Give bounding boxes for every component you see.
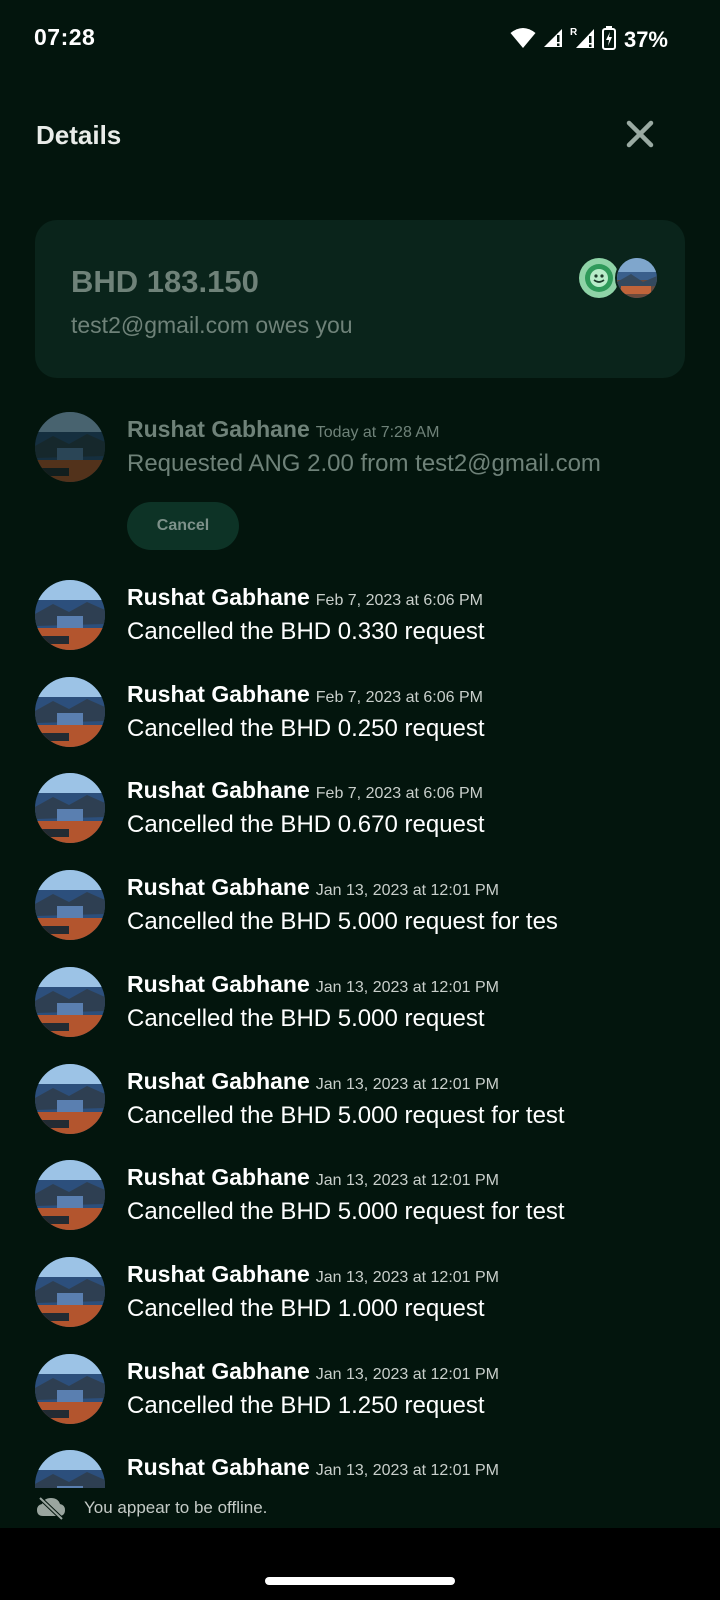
activity-header: Rushat Gabhane Jan 13, 2023 at 12:01 PM [127,1068,499,1095]
cloud-offline-icon [36,1496,66,1525]
status-bar: 07:28 R 37% [0,0,720,80]
timestamp: Feb 7, 2023 at 6:06 PM [315,785,483,803]
timestamp: Jan 13, 2023 at 12:01 PM [315,1075,500,1093]
user-name: Rushat Gabhane [127,1454,310,1481]
participant-avatars [577,256,669,300]
balance-card: BHD 183.150 test2@gmail.com owes you [35,220,685,378]
signal-roaming-icon: R [570,26,596,55]
avatar [35,870,105,941]
avatar [35,412,105,482]
activity-description: Requested ANG 2.00 from test2@gmail.com [127,450,601,477]
avatar [35,676,105,747]
avatar [35,773,105,844]
timestamp: Today at 7:28 AM [315,424,440,441]
battery-percent: 37% [623,27,668,52]
avatar [35,1353,105,1424]
activity-header: Rushat Gabhane Jan 13, 2023 at 12:01 PM [127,874,499,901]
activity-header: Rushat Gabhane Jan 13, 2023 at 12:01 PM [127,1454,499,1481]
user-name: Rushat Gabhane [127,584,310,610]
user-name: Rushat Gabhane [127,970,310,997]
avatar [35,966,105,1037]
activity-item: Rushat Gabhane Feb 7, 2023 at 6:06 PM Canc… [0,676,720,767]
timestamp: Jan 13, 2023 at 12:01 PM [315,978,500,996]
activity-description: Cancelled the BHD 5.000 request for tes [127,908,558,936]
activity-header: Rushat Gabhane Jan 13, 2023 at 12:01 PM [127,1164,499,1191]
gesture-handle[interactable] [265,1577,455,1585]
activity-item: Rushat Gabhane Jan 13, 2023 at 12:01 PM Ca… [0,966,720,1057]
wifi-icon [510,27,536,54]
cancel-request-button[interactable]: Cancel [127,502,239,550]
activity-description: Cancelled the BHD 1.000 request [127,1294,485,1322]
activity-header: Rushat Gabhane Feb 7, 2023 at 6:06 PM [127,777,483,804]
user-name: Rushat Gabhane [127,680,310,707]
timestamp: Feb 7, 2023 at 6:06 PM [315,592,483,609]
balance-amount: BHD 183.150 [71,264,259,299]
navigation-bar [0,1528,720,1600]
activity-header: Rushat Gabhane Feb 7, 2023 at 6:06 PM [127,681,483,708]
activity-header: Rushat Gabhane Jan 13, 2023 at 12:01 PM [127,1261,499,1288]
avatar [35,1256,105,1327]
activity-header: Rushat Gabhane Jan 13, 2023 at 12:01 PM [127,971,499,998]
activity-item: Rushat Gabhane Jan 13, 2023 at 12:01 PM Ca… [0,1160,720,1250]
activity-description: Cancelled the BHD 0.330 request [127,618,485,645]
activity-description: Cancelled the BHD 5.000 request for test [127,1198,565,1226]
activity-description: Cancelled the BHD 5.000 request [127,1004,485,1032]
user-name: Rushat Gabhane [127,874,310,901]
svg-text:R: R [570,27,578,38]
close-icon [626,120,654,148]
avatar [615,256,659,300]
avatar [35,1160,105,1231]
close-button[interactable] [620,114,660,154]
user-name: Rushat Gabhane [127,1357,310,1384]
activity-item: Rushat Gabhane Feb 7, 2023 at 6:06 PM Canc… [0,580,720,670]
activity-description: Cancelled the BHD 0.670 request [127,811,485,839]
activity-item-pending: Rushat Gabhane Today at 7:28 AM Requested … [0,412,720,550]
timestamp: Feb 7, 2023 at 6:06 PM [315,688,483,706]
activity-item: Rushat Gabhane Jan 13, 2023 at 12:01 PM Ca… [0,1353,720,1444]
avatar [35,580,105,650]
page-title: Details [36,120,122,150]
activity-header: Rushat Gabhane Feb 7, 2023 at 6:06 PM [127,584,483,611]
balance-description: test2@gmail.com owes you [71,312,353,338]
activity-header: Rushat Gabhane Jan 13, 2023 at 12:01 PM [127,1358,499,1385]
offline-message: You appear to be offline. [84,1498,268,1517]
timestamp: Jan 13, 2023 at 12:01 PM [315,1462,500,1480]
activity-item: Rushat Gabhane Jan 13, 2023 at 12:01 PM Ca… [0,1256,720,1347]
activity-item: Rushat Gabhane Feb 7, 2023 at 6:06 PM Canc… [0,773,720,863]
avatar [35,1063,105,1134]
signal-icon [542,27,564,54]
timestamp: Jan 13, 2023 at 12:01 PM [315,1268,500,1286]
activity-description: Cancelled the BHD 5.000 request for test [127,1101,565,1129]
activity-description: Cancelled the BHD 1.250 request [127,1391,485,1419]
status-time: 07:28 [34,24,96,50]
user-name: Rushat Gabhane [127,1260,310,1287]
user-name: Rushat Gabhane [127,1067,310,1094]
user-name: Rushat Gabhane [127,416,310,442]
activity-description: Cancelled the BHD 0.250 request [127,714,485,742]
battery-icon [601,25,616,55]
activity-item: Rushat Gabhane Jan 13, 2023 at 12:01 PM Ca… [0,870,720,960]
offline-banner: You appear to be offline. [0,1488,720,1528]
user-name: Rushat Gabhane [127,777,310,804]
activity-item: Rushat Gabhane Jan 13, 2023 at 12:01 PM Ca… [0,1063,720,1154]
user-name: Rushat Gabhane [127,1164,310,1191]
status-icons: R 37% [510,24,668,56]
timestamp: Jan 13, 2023 at 12:01 PM [315,1365,500,1383]
timestamp: Jan 13, 2023 at 12:01 PM [315,882,500,900]
timestamp: Jan 13, 2023 at 12:01 PM [315,1172,500,1190]
activity-header: Rushat Gabhane Today at 7:28 AM [127,416,439,443]
